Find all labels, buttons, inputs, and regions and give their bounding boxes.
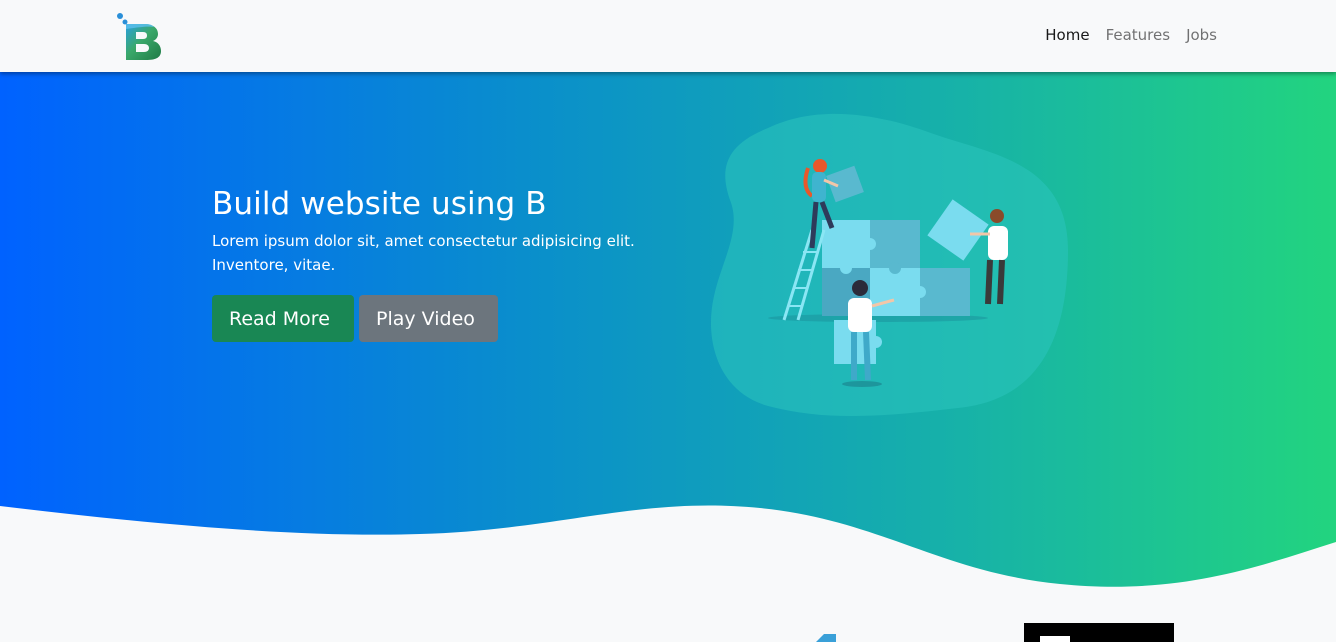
play-video-button[interactable]: Play Video	[359, 295, 498, 342]
nav-jobs-link[interactable]: Jobs	[1178, 24, 1225, 46]
partial-illustration-icon	[816, 634, 836, 642]
brand-logo-icon	[117, 13, 161, 60]
navbar: Home Features Jobs	[0, 0, 1336, 72]
nav-home-link[interactable]: Home	[1037, 24, 1097, 46]
hero-wave-divider	[0, 505, 1336, 602]
read-more-button[interactable]: Read More	[212, 295, 354, 342]
brand-logo[interactable]	[116, 12, 164, 60]
hero-buttons: Read More Play Video	[212, 295, 498, 342]
hero-section: Build website using B Lorem ipsum dolor …	[0, 72, 1336, 602]
partial-media-block-detail	[1040, 636, 1070, 642]
hero-text: Build website using B Lorem ipsum dolor …	[212, 185, 692, 277]
nav-features-link[interactable]: Features	[1098, 24, 1179, 46]
hero-subtitle: Lorem ipsum dolor sit, amet consectetur …	[212, 232, 635, 274]
hero-title: Build website using B	[212, 186, 547, 222]
nav-links: Home Features Jobs	[1037, 24, 1225, 46]
